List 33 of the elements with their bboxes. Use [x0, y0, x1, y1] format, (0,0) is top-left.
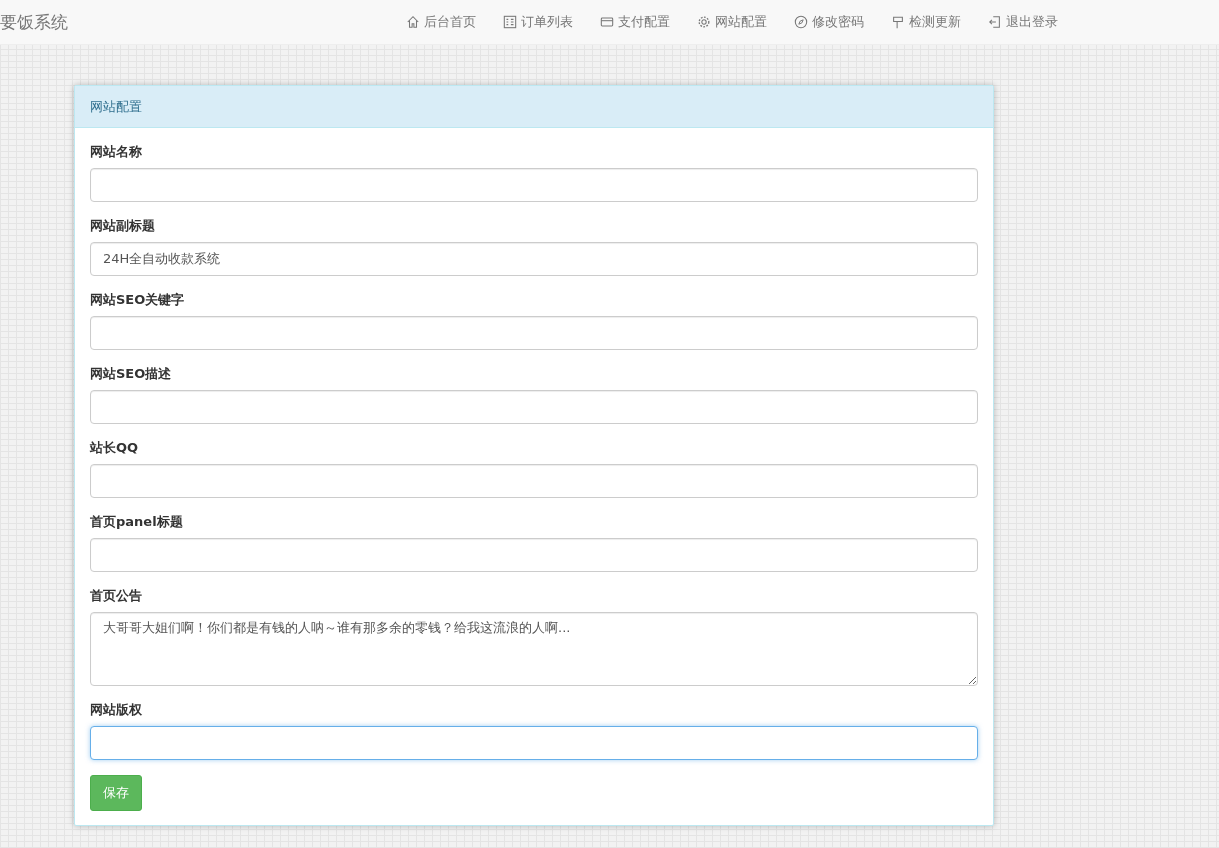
field-label: 网站SEO描述 — [90, 365, 173, 383]
nav-link[interactable]: 退出登录 — [988, 13, 1069, 31]
input-field[interactable] — [90, 316, 978, 350]
field-label: 首页公告 — [90, 587, 143, 605]
grid-icon — [503, 15, 517, 29]
input-field[interactable] — [90, 390, 978, 424]
input-field[interactable]: 24H全自动收款系统 — [90, 242, 978, 276]
input-field[interactable] — [90, 168, 978, 202]
nav-link[interactable]: 支付配置 — [600, 13, 681, 31]
input-field[interactable] — [90, 464, 978, 498]
nav-link[interactable]: 网站配置 — [697, 13, 778, 31]
home-icon — [406, 15, 420, 29]
field-label: 网站名称 — [90, 143, 143, 161]
panel-heading: 网站配置 — [75, 86, 993, 128]
nav-link[interactable]: 后台首页 — [406, 13, 487, 31]
nav-link[interactable]: 检测更新 — [891, 13, 972, 31]
field-label: 网站版权 — [90, 701, 143, 719]
field-label: 网站SEO关键字 — [90, 291, 186, 309]
nav-link[interactable]: 订单列表 — [503, 13, 584, 31]
field-label: 首页panel标题 — [90, 513, 184, 531]
save-button[interactable]: 保存 — [90, 775, 142, 811]
input-field[interactable] — [90, 538, 978, 572]
text-area[interactable]: 大哥哥大姐们啊！你们都是有钱的人呐～谁有那多余的零钱？给我这流浪的人啊... — [90, 612, 978, 686]
nav-link[interactable]: 修改密码 — [794, 13, 875, 31]
exit-icon — [988, 15, 1002, 29]
input-field[interactable] — [90, 726, 978, 760]
signpost-icon — [891, 15, 905, 29]
brand-link[interactable]: 要饭系统 — [0, 10, 406, 34]
card-icon — [600, 15, 614, 29]
compass-icon — [794, 15, 808, 29]
settings-icon — [697, 15, 711, 29]
field-label: 网站副标题 — [90, 217, 156, 235]
field-label: 站长QQ — [90, 439, 140, 457]
